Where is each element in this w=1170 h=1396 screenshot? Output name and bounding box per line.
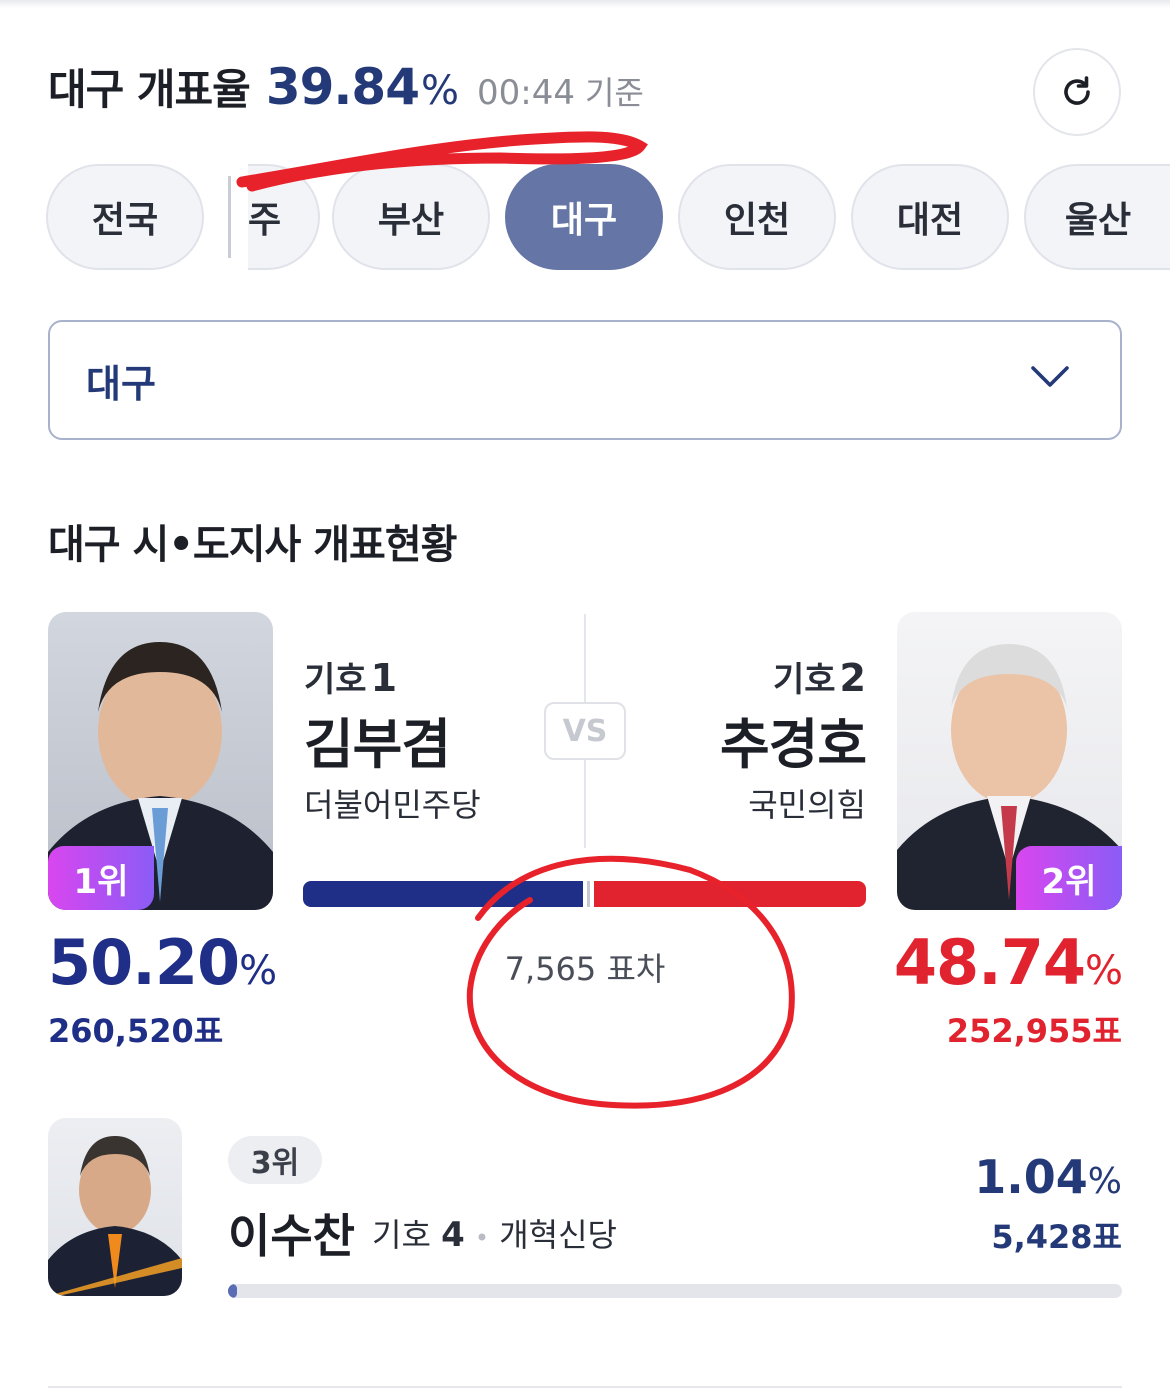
candidate-3-votes: 5,428표 [991, 1218, 1122, 1256]
tab-region-3[interactable]: 대구 [505, 164, 663, 270]
refresh-icon [1064, 76, 1090, 105]
tab-divider [228, 176, 231, 258]
candidate-2-party: 국민의힘 [748, 786, 866, 824]
tab-label: 울산 [1064, 200, 1132, 241]
candidate-1-photo: 1위 [48, 612, 273, 910]
candidate-2-number-value: 2 [839, 656, 866, 700]
candidate-1-vote-bar [303, 881, 583, 907]
count-rate-unit: % [420, 68, 459, 114]
vote-bar-midline [587, 881, 590, 907]
tab-label: 전국 [91, 200, 159, 241]
candidate-1-percent-unit: % [239, 948, 277, 994]
candidate-3-number-value: 4 [441, 1215, 465, 1255]
tab-region-0[interactable]: 전국 [46, 164, 204, 270]
candidate-3-percent-unit: % [1087, 1161, 1122, 1202]
candidate-2-votes: 252,955표 [946, 1012, 1122, 1050]
candidate-1-number-value: 1 [370, 656, 398, 700]
candidate-2-name: 추경호 [719, 713, 867, 776]
tab-label: 인천 [723, 200, 791, 241]
candidate-3-rank-badge: 3위 [228, 1136, 322, 1184]
chevron-down-icon [1031, 366, 1069, 387]
bottom-divider [48, 1386, 1122, 1388]
candidate-1-votes: 260,520표 [48, 1012, 224, 1050]
tab-region-5[interactable]: 대전 [851, 164, 1009, 270]
candidate-2-percent: 48.74% [893, 926, 1123, 999]
candidate-3-number-label: 기호 [372, 1216, 431, 1254]
tab-label: 부산 [377, 200, 445, 241]
region-select[interactable]: 대구 [48, 320, 1122, 440]
section-title: 대구 시•도지사 개표현황 [48, 522, 457, 568]
update-time: 00:44 [477, 73, 575, 113]
vs-badge: VS [544, 702, 626, 760]
meta-separator-dot: • [474, 1224, 490, 1252]
region-select-value: 대구 [86, 361, 156, 406]
candidate-2-percent-unit: % [1084, 948, 1123, 994]
tab-region-6[interactable]: 울산 [1024, 164, 1170, 270]
candidate-1-number-label: 기호 [304, 660, 367, 700]
count-rate-value: 39.84 [265, 58, 420, 116]
candidate-3-percent: 1.04% [974, 1150, 1122, 1204]
candidate-3-party: 개혁신당 [499, 1216, 617, 1254]
candidate-3-vote-bar [228, 1284, 1122, 1298]
candidate-3-name: 이수찬 [228, 1209, 355, 1263]
count-rate-header: 대구 개표율 39.84 % 00:44 기준 [48, 56, 644, 116]
candidate-1-percent-value: 50.20 [48, 926, 240, 999]
candidate-2-number: 기호 2 [773, 652, 866, 701]
tab-region-4[interactable]: 인천 [678, 164, 836, 270]
candidate-3-photo [48, 1118, 182, 1296]
candidate-2-rank-badge: 2위 [1016, 846, 1122, 910]
candidate-3-percent-value: 1.04 [974, 1150, 1088, 1204]
tab-label: 주 [248, 200, 282, 241]
candidate-3-vote-bar-fill [228, 1284, 238, 1298]
update-time-suffix: 기준 [584, 74, 644, 112]
candidate-3-meta: 기호 4 • 개혁신당 [372, 1210, 617, 1256]
top-shadow [0, 0, 1170, 8]
tab-label: 대구 [550, 200, 618, 241]
region-count-label: 대구 개표율 [48, 65, 251, 114]
candidate-1-name: 김부겸 [304, 713, 451, 776]
tab-label: 대전 [896, 200, 964, 241]
candidate-1-percent: 50.20% [48, 926, 277, 999]
tab-region-1[interactable]: 주 [248, 164, 320, 270]
tab-region-2[interactable]: 부산 [332, 164, 490, 270]
candidate-1-rank-badge: 1위 [48, 846, 154, 910]
candidate-1-number: 기호 1 [304, 652, 397, 701]
candidate-1-party: 더불어민주당 [304, 786, 481, 824]
candidate-2-photo: 2위 [897, 612, 1122, 910]
candidate-2-vote-bar [594, 881, 866, 907]
candidate-2-percent-value: 48.74 [893, 926, 1086, 999]
candidate-2-number-label: 기호 [772, 660, 836, 700]
refresh-button[interactable] [1033, 48, 1121, 136]
region-tabs: 전국 주 부산 대구 인천 대전 울산 [0, 164, 1170, 272]
vote-difference: 7,565 표차 [504, 950, 666, 988]
